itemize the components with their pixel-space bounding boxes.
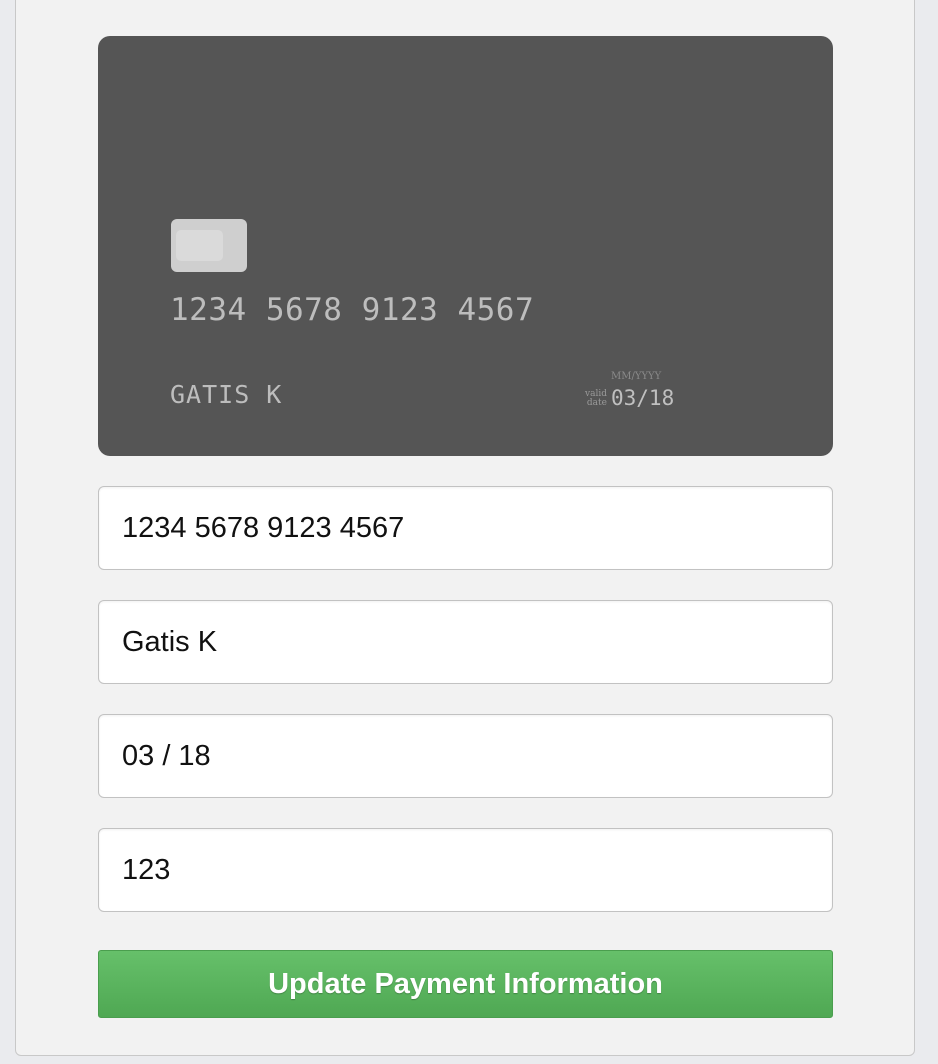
credit-card-preview: 1234 5678 9123 4567 GATIS K MM/YYYY vali… [98,36,833,456]
card-number-field[interactable]: 1234 5678 9123 4567 [98,486,833,570]
card-number-value: 1234 5678 9123 4567 [122,511,405,544]
card-preview-expiry: 03/18 [611,386,675,410]
cvc-field[interactable]: 123 [98,828,833,912]
cvc-value: 123 [122,853,171,886]
update-payment-button[interactable]: Update Payment Information [98,950,833,1018]
card-chip-icon [171,219,247,272]
card-preview-name: GATIS K [170,380,283,409]
expiry-date-field[interactable]: 03 / 18 [98,714,833,798]
card-preview-valid-label: valid date [585,389,607,408]
cardholder-name-value: Gatis K [122,625,218,658]
card-preview-number: 1234 5678 9123 4567 [170,292,535,328]
card-preview-expiry-format: MM/YYYY [611,371,662,382]
cardholder-name-field[interactable]: Gatis K [98,600,833,684]
expiry-date-value: 03 / 18 [122,739,211,772]
